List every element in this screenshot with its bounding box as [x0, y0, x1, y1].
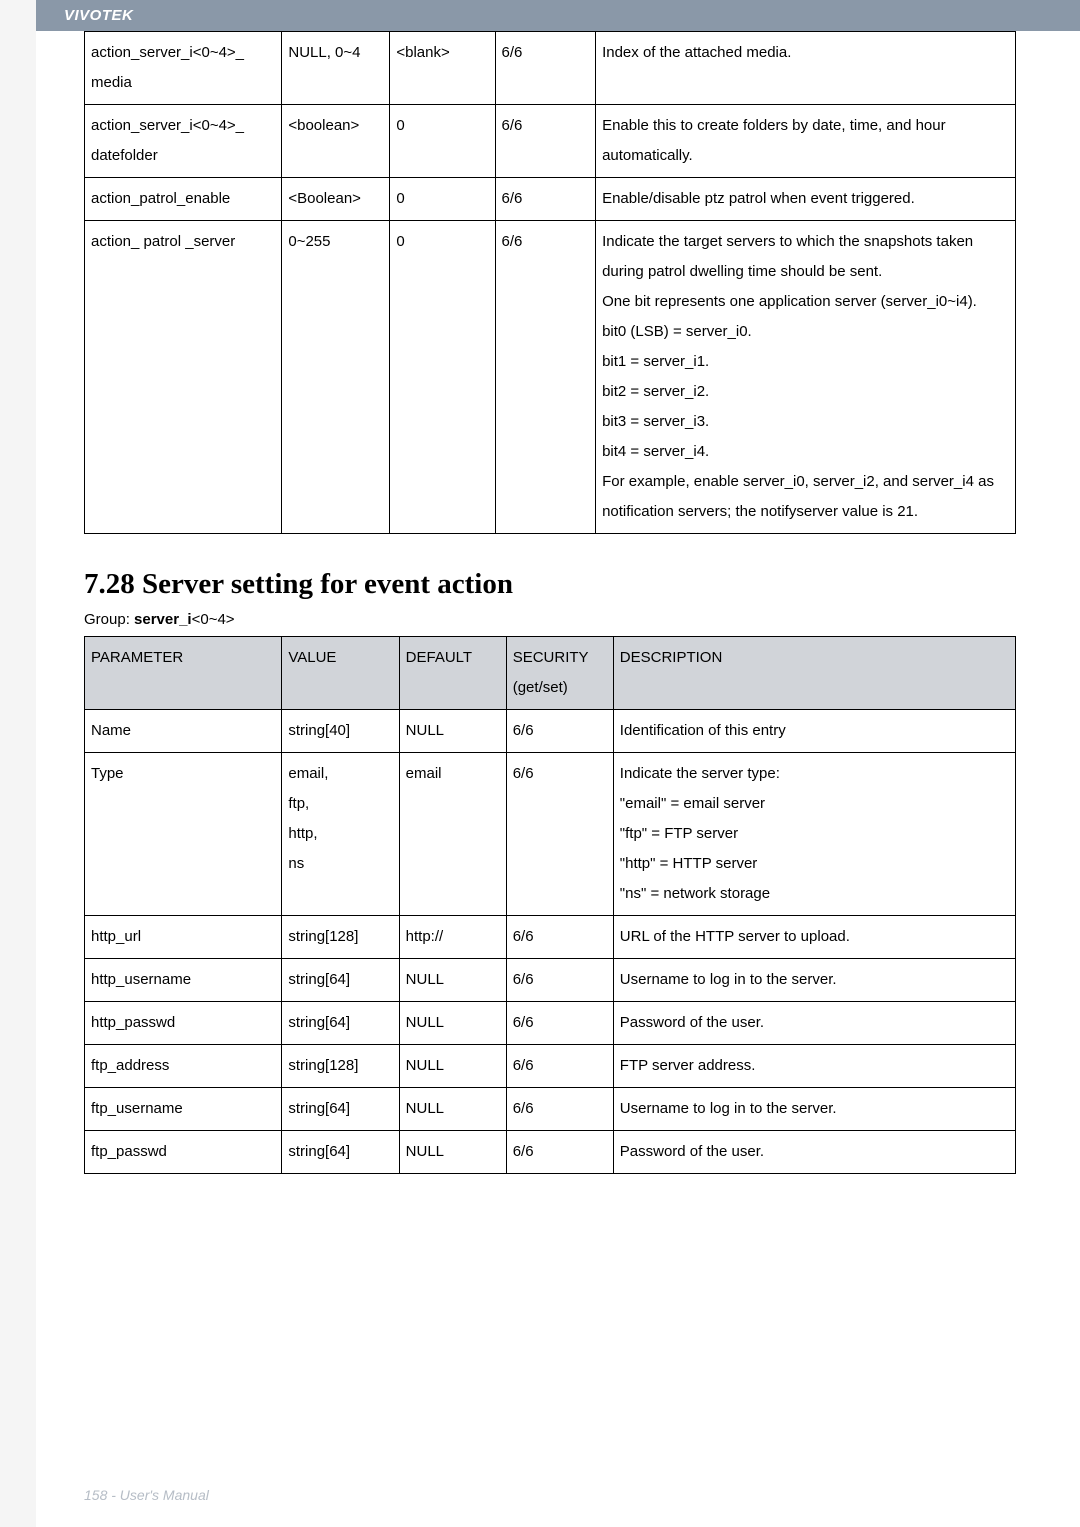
table-row: ftp_address string[128] NULL 6/6 FTP ser… [85, 1045, 1016, 1088]
cell-desc: Enable/disable ptz patrol when event tri… [596, 178, 1016, 221]
cell-param: Type [85, 753, 282, 916]
cell-desc: URL of the HTTP server to upload. [613, 916, 1015, 959]
cell-default: email [399, 753, 506, 916]
cell-security: 6/6 [506, 1088, 613, 1131]
cell-desc: Password of the user. [613, 1131, 1015, 1174]
cell-value: 0~255 [282, 221, 390, 534]
cell-security: 6/6 [506, 959, 613, 1002]
cell-value: <boolean> [282, 105, 390, 178]
cell-desc: Username to log in to the server. [613, 959, 1015, 1002]
table-row: http_username string[64] NULL 6/6 Userna… [85, 959, 1016, 1002]
cell-default: 0 [390, 178, 495, 221]
header-value: VALUE [282, 637, 399, 710]
cell-security: 6/6 [506, 916, 613, 959]
cell-security: 6/6 [495, 105, 596, 178]
cell-desc: Password of the user. [613, 1002, 1015, 1045]
cell-param: ftp_address [85, 1045, 282, 1088]
cell-param: Name [85, 710, 282, 753]
table-row: Name string[40] NULL 6/6 Identification … [85, 710, 1016, 753]
cell-param: action_patrol_enable [85, 178, 282, 221]
cell-desc: Indicate the target servers to which the… [596, 221, 1016, 534]
cell-default: 0 [390, 221, 495, 534]
cell-value: email,ftp,http,ns [282, 753, 399, 916]
footer-page-info: 158 - User's Manual [84, 1487, 209, 1503]
table-row: http_url string[128] http:// 6/6 URL of … [85, 916, 1016, 959]
cell-value: NULL, 0~4 [282, 32, 390, 105]
cell-desc: Index of the attached media. [596, 32, 1016, 105]
cell-param: action_ patrol _server [85, 221, 282, 534]
group-value-tail: <0~4> [192, 611, 235, 628]
page: VIVOTEK action_server_i<0~4>_ media NULL… [36, 0, 1080, 1527]
cell-value: string[128] [282, 1045, 399, 1088]
table-action-params: action_server_i<0~4>_ media NULL, 0~4 <b… [84, 31, 1016, 534]
cell-value: string[64] [282, 1088, 399, 1131]
cell-default: 0 [390, 105, 495, 178]
header-description: DESCRIPTION [613, 637, 1015, 710]
cell-default: NULL [399, 710, 506, 753]
cell-security: 6/6 [506, 1131, 613, 1174]
cell-value: string[40] [282, 710, 399, 753]
cell-default: NULL [399, 1088, 506, 1131]
cell-security: 6/6 [506, 1002, 613, 1045]
group-label: Group: [84, 611, 134, 628]
table-server-params: PARAMETER VALUE DEFAULT SECURITY (get/se… [84, 636, 1016, 1174]
group-value-bold: server_i [134, 611, 192, 628]
cell-default: NULL [399, 1002, 506, 1045]
cell-value: string[64] [282, 1002, 399, 1045]
cell-desc: Identification of this entry [613, 710, 1015, 753]
section-heading: 7.28 Server setting for event action [84, 568, 1016, 601]
cell-param: ftp_username [85, 1088, 282, 1131]
cell-value: <Boolean> [282, 178, 390, 221]
header-default: DEFAULT [399, 637, 506, 710]
cell-default: NULL [399, 1131, 506, 1174]
cell-security: 6/6 [495, 178, 596, 221]
cell-security: 6/6 [495, 221, 596, 534]
cell-desc: Enable this to create folders by date, t… [596, 105, 1016, 178]
table-row: action_ patrol _server 0~255 0 6/6 Indic… [85, 221, 1016, 534]
header-param: PARAMETER [85, 637, 282, 710]
table-row: action_server_i<0~4>_ datefolder <boolea… [85, 105, 1016, 178]
cell-default: NULL [399, 959, 506, 1002]
table-row: http_passwd string[64] NULL 6/6 Password… [85, 1002, 1016, 1045]
cell-default: <blank> [390, 32, 495, 105]
cell-param: action_server_i<0~4>_ media [85, 32, 282, 105]
cell-security: 6/6 [495, 32, 596, 105]
group-line: Group: server_i<0~4> [84, 611, 1016, 628]
cell-desc: Username to log in to the server. [613, 1088, 1015, 1131]
cell-param: action_server_i<0~4>_ datefolder [85, 105, 282, 178]
cell-value: string[64] [282, 959, 399, 1002]
table-row: Type email,ftp,http,ns email 6/6 Indicat… [85, 753, 1016, 916]
cell-desc: FTP server address. [613, 1045, 1015, 1088]
cell-value: string[128] [282, 916, 399, 959]
cell-security: 6/6 [506, 753, 613, 916]
cell-value: string[64] [282, 1131, 399, 1174]
cell-param: ftp_passwd [85, 1131, 282, 1174]
cell-param: http_passwd [85, 1002, 282, 1045]
cell-default: NULL [399, 1045, 506, 1088]
cell-desc: Indicate the server type:"email" = email… [613, 753, 1015, 916]
table-row: action_server_i<0~4>_ media NULL, 0~4 <b… [85, 32, 1016, 105]
content: action_server_i<0~4>_ media NULL, 0~4 <b… [36, 31, 1080, 1174]
table-head-row: PARAMETER VALUE DEFAULT SECURITY (get/se… [85, 637, 1016, 710]
table-row: ftp_username string[64] NULL 6/6 Usernam… [85, 1088, 1016, 1131]
cell-param: http_username [85, 959, 282, 1002]
cell-security: 6/6 [506, 710, 613, 753]
table-row: action_patrol_enable <Boolean> 0 6/6 Ena… [85, 178, 1016, 221]
cell-security: 6/6 [506, 1045, 613, 1088]
brand-header: VIVOTEK [36, 0, 1080, 31]
table-row: ftp_passwd string[64] NULL 6/6 Password … [85, 1131, 1016, 1174]
cell-param: http_url [85, 916, 282, 959]
cell-default: http:// [399, 916, 506, 959]
header-security: SECURITY (get/set) [506, 637, 613, 710]
